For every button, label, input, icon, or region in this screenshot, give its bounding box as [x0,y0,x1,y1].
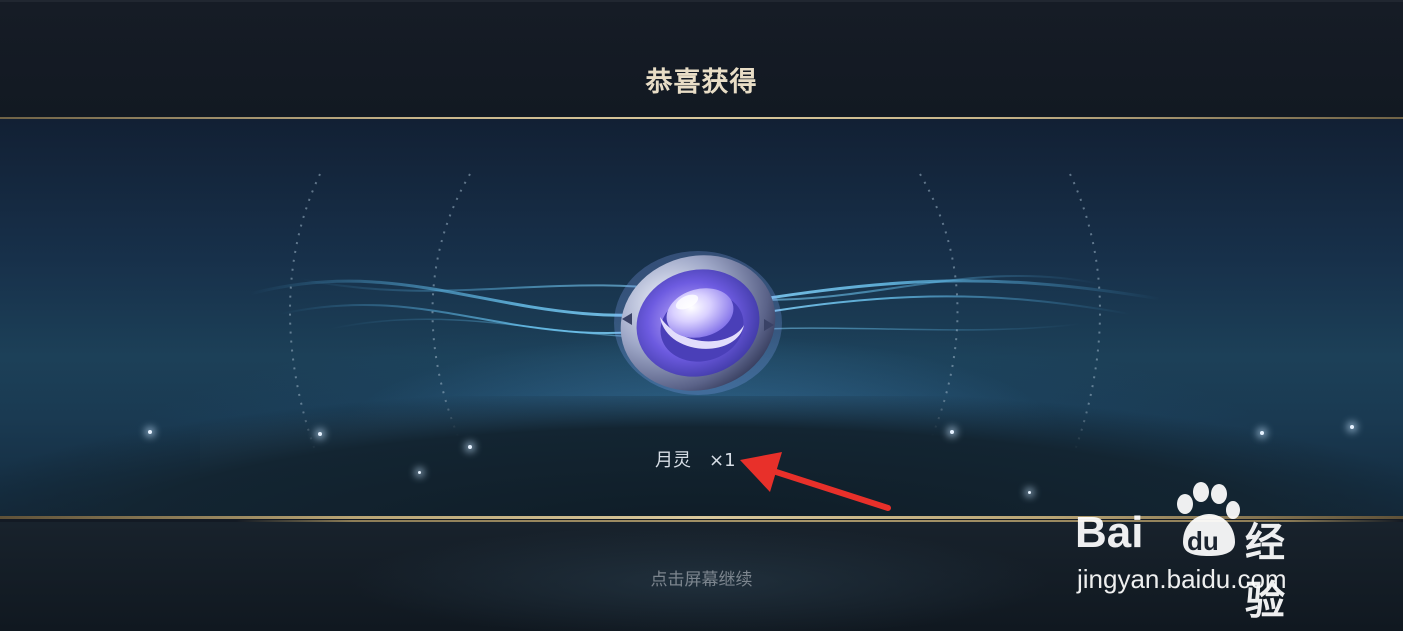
baidu-jingyan-watermark: Bai du 经验 jingyan.baidu.com [1075,482,1375,623]
watermark-bai-text: Bai [1075,508,1144,557]
watermark-du-text: du [1187,526,1219,556]
watermark-url: jingyan.baidu.com [1077,564,1287,594]
